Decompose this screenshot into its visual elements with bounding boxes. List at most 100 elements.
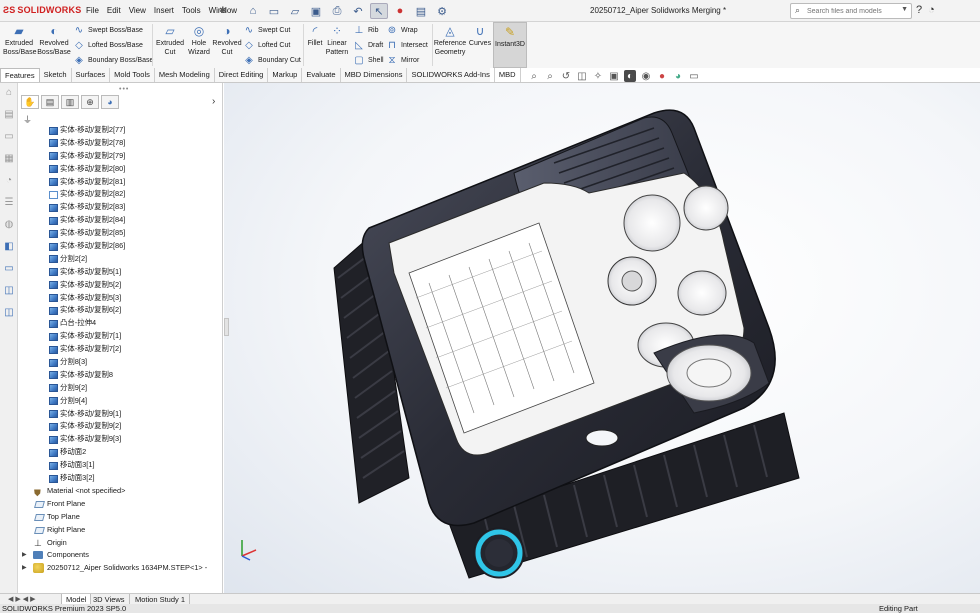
open-icon[interactable]: ▱ <box>286 3 304 19</box>
appearances-icon[interactable]: ◔ <box>2 175 16 189</box>
tree-row-feature[interactable]: 实体-移动/复制2[79] <box>18 150 223 163</box>
tree-row-feature[interactable]: 实体-移动/复制9[1] <box>18 408 223 421</box>
scene-icon[interactable]: ◕ <box>672 70 684 82</box>
draft-button[interactable]: ◺ Draft <box>353 40 383 51</box>
wrap-button[interactable]: ⊚ Wrap <box>386 25 418 36</box>
tree-row-feature[interactable]: 实体-移动/复制9[3] <box>18 433 223 446</box>
tab-features[interactable]: Features <box>0 68 40 82</box>
instant3d-button[interactable]: ✎ Instant3D <box>493 22 527 68</box>
section-view-icon[interactable]: ◫ <box>576 70 588 82</box>
undo-icon[interactable]: ↶ <box>349 3 367 19</box>
view-palette-icon[interactable]: ▦ <box>2 153 16 167</box>
configuration-manager-tab-icon[interactable]: ▥ <box>61 95 79 109</box>
appearance-icon[interactable]: ● <box>656 70 668 82</box>
menu-tools[interactable]: Tools <box>182 6 201 15</box>
dimxpert-manager-tab-icon[interactable]: ⊕ <box>81 95 99 109</box>
tab-mold-tools[interactable]: Mold Tools <box>110 68 155 82</box>
fillet-button[interactable]: ◜ Fillet <box>305 24 325 48</box>
rib-button[interactable]: ⊥ Rib <box>353 25 379 36</box>
tab-sketch[interactable]: Sketch <box>40 68 72 82</box>
view-settings-icon[interactable]: ▭ <box>688 70 700 82</box>
lofted-boss-button[interactable]: ◇ Lofted Boss/Base <box>73 40 143 51</box>
tree-row-feature[interactable]: 实体-移动/复制6[2] <box>18 304 223 317</box>
pin-icon[interactable]: ✱ <box>219 5 227 16</box>
tree-row-feature[interactable]: 分割9[4] <box>18 395 223 408</box>
tree-row-origin[interactable]: ⊥ Origin <box>18 537 223 550</box>
print-icon[interactable]: ⎙ <box>328 3 346 19</box>
tree-row-feature[interactable]: 实体-移动/复制2[80] <box>18 163 223 176</box>
tree-row-feature[interactable]: 实体-移动/复制2[84] <box>18 214 223 227</box>
lofted-cut-button[interactable]: ◇ Lofted Cut <box>243 40 290 51</box>
tree-row-feature[interactable]: 实体-移动/复制7[2] <box>18 343 223 356</box>
design-library-icon[interactable]: ▤ <box>2 109 16 123</box>
tree-row-plane[interactable]: Right Plane <box>18 524 223 537</box>
swept-boss-button[interactable]: ∿ Swept Boss/Base <box>73 25 143 36</box>
tree-row-feature[interactable]: 移动面2 <box>18 446 223 459</box>
expand-icon[interactable]: ▶ <box>22 562 27 575</box>
tree-row-feature[interactable]: 实体-移动/复制8 <box>18 369 223 382</box>
zoom-to-fit-icon[interactable]: ⌕ <box>528 70 540 82</box>
menu-view[interactable]: View <box>129 6 146 15</box>
property-manager-tab-icon[interactable]: ▤ <box>41 95 59 109</box>
previous-view-icon[interactable]: ↺ <box>560 70 572 82</box>
boundary-boss-button[interactable]: ◈ Boundary Boss/Base <box>73 55 153 66</box>
tab-mbd-dimensions[interactable]: MBD Dimensions <box>341 68 408 82</box>
feature-manager-tab-icon[interactable]: ✋ <box>21 95 39 109</box>
hole-wizard-button[interactable]: ◎ Hole Wizard <box>186 24 212 57</box>
extruded-cut-button[interactable]: ▱ Extruded Cut <box>155 24 185 57</box>
tree-row-feature[interactable]: 分割2[2] <box>18 253 223 266</box>
resources-icon[interactable]: ⌂ <box>2 87 16 101</box>
menu-edit[interactable]: Edit <box>107 6 121 15</box>
monitor-icon[interactable]: ▭ <box>2 263 16 277</box>
menu-insert[interactable]: Insert <box>154 6 174 15</box>
tree-row-feature[interactable]: 实体-移动/复制2[86] <box>18 240 223 253</box>
file-explorer-icon[interactable]: ▭ <box>2 131 16 145</box>
traffic-light-icon[interactable]: ● <box>391 3 409 19</box>
tree-row-material[interactable]: ⛊ Material <not specified> <box>18 485 223 498</box>
hide-show-icon[interactable]: ◉ <box>640 70 652 82</box>
swept-cut-button[interactable]: ∿ Swept Cut <box>243 25 291 36</box>
extruded-boss-button[interactable]: ▰ Extruded Boss/Base <box>3 24 36 57</box>
tab-nav-arrows[interactable]: ◀▶◀▶ <box>8 595 38 603</box>
options-icon[interactable]: ⚙ <box>433 3 451 19</box>
linear-pattern-button[interactable]: ⁘ Linear Pattern <box>325 24 349 57</box>
display-manager-tab-icon[interactable]: ◕ <box>101 95 119 109</box>
tree-row-feature[interactable]: 实体-移动/复制2[81] <box>18 176 223 189</box>
chevron-right-icon[interactable]: › <box>212 96 215 107</box>
tree-row-feature[interactable]: 实体-移动/复制5[1] <box>18 266 223 279</box>
solidworks-forum-icon[interactable]: ◍ <box>2 219 16 233</box>
stack-icon[interactable]: ◫ <box>2 285 16 299</box>
select-icon[interactable]: ↖ <box>370 3 388 19</box>
tree-row-plane[interactable]: Front Plane <box>18 498 223 511</box>
tab-evaluate[interactable]: Evaluate <box>302 68 341 82</box>
tree-row-feature[interactable]: 实体-移动/复制2[82] <box>18 188 223 201</box>
tree-row-feature[interactable]: 实体-移动/复制2[77] <box>18 124 223 137</box>
search-box[interactable]: ⌕ ▼ <box>790 3 912 19</box>
intersect-button[interactable]: ⊓ Intersect <box>386 40 428 51</box>
display-style-icon[interactable]: ◐ <box>624 70 636 82</box>
tab-markup[interactable]: Markup <box>268 68 303 82</box>
save-icon[interactable]: ▣ <box>307 3 325 19</box>
tree-row-feature[interactable]: 分割8[3] <box>18 356 223 369</box>
dynamic-annotation-icon[interactable]: ✧ <box>592 70 604 82</box>
tree-row-feature[interactable]: 实体-移动/复制2[78] <box>18 137 223 150</box>
tree-row-feature[interactable]: 分割9[2] <box>18 382 223 395</box>
tree-row-feature[interactable]: 凸台-拉伸4 <box>18 317 223 330</box>
revolved-cut-button[interactable]: ◑ Revolved Cut <box>212 24 242 57</box>
expand-icon[interactable]: ▶ <box>22 549 27 562</box>
custom-properties-icon[interactable]: ☰ <box>2 197 16 211</box>
solidworks-logo[interactable]: ƧS SOLIDWORKS <box>3 5 81 15</box>
tree-row-plane[interactable]: Top Plane <box>18 511 223 524</box>
tree-row-feature[interactable]: 移动面3[2] <box>18 472 223 485</box>
tab-mbd[interactable]: MBD <box>495 68 521 82</box>
menu-file[interactable]: File <box>86 6 99 15</box>
file-props-icon[interactable]: ▤ <box>412 3 430 19</box>
tree-row-assembly[interactable]: ▶ 20250712_Aiper Solidworks 1634PM.STEP<1… <box>18 562 223 575</box>
reference-geometry-button[interactable]: ◬ Reference Geometry <box>433 24 467 57</box>
tree-row-feature[interactable]: 移动面3[1] <box>18 459 223 472</box>
tab-surfaces[interactable]: Surfaces <box>72 68 111 82</box>
shell-button[interactable]: ▢ Shell <box>353 55 383 66</box>
boundary-cut-button[interactable]: ◈ Boundary Cut <box>243 55 301 66</box>
tab-mesh-modeling[interactable]: Mesh Modeling <box>155 68 215 82</box>
zoom-area-icon[interactable]: ⌕ <box>544 70 556 82</box>
